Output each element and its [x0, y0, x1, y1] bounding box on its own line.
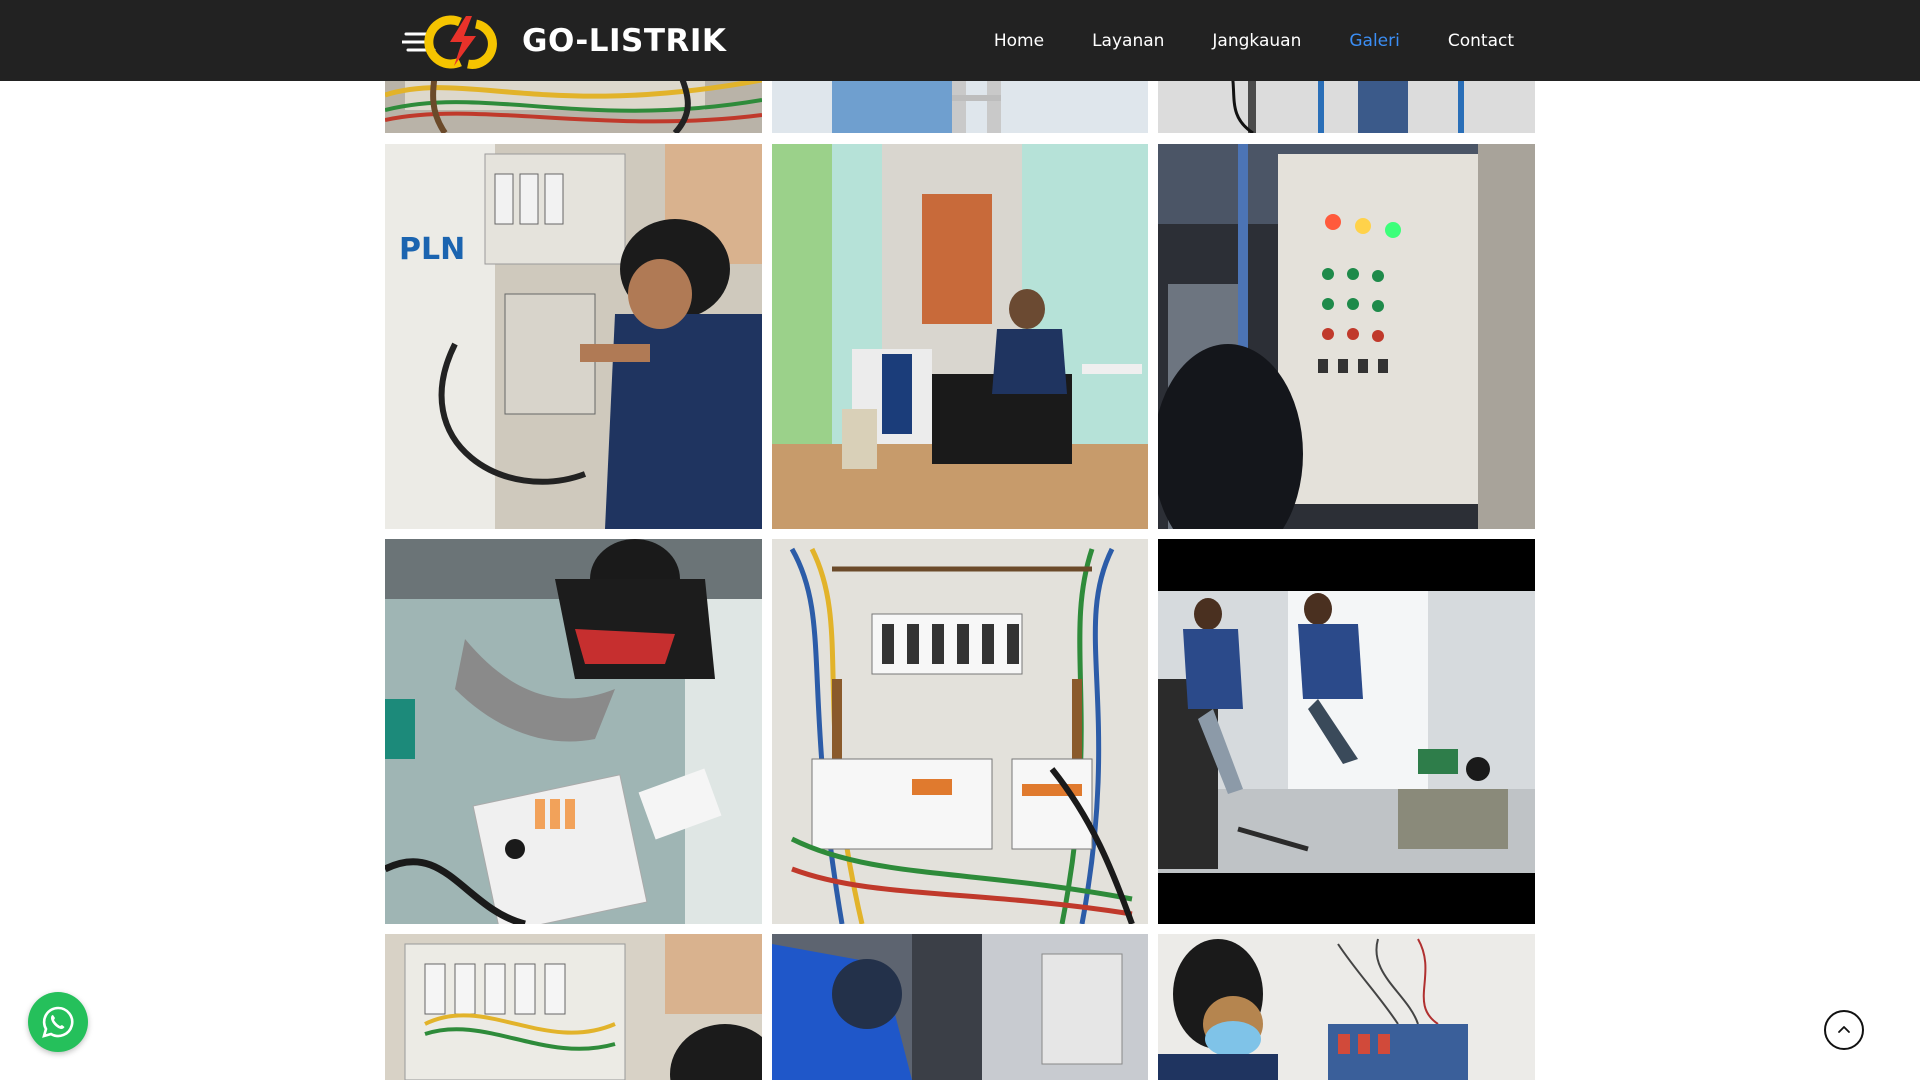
gallery-grid: PLN [0, 0, 1920, 1080]
gallery-photo[interactable] [1158, 144, 1535, 529]
nav-jangkauan[interactable]: Jangkauan [1212, 31, 1301, 51]
nav-layanan[interactable]: Layanan [1092, 31, 1164, 51]
chevron-up-icon [1838, 1026, 1850, 1033]
gallery-photo[interactable] [772, 934, 1148, 1080]
whatsapp-button[interactable] [28, 992, 88, 1052]
top-navbar: GO-LISTRIK Home Layanan Jangkauan Galeri… [0, 0, 1920, 81]
nav-home[interactable]: Home [994, 31, 1044, 51]
gallery-photo[interactable] [772, 539, 1148, 924]
nav-galeri[interactable]: Galeri [1349, 31, 1400, 51]
main-nav: Home Layanan Jangkauan Galeri Contact [946, 0, 1514, 81]
svg-text:PLN: PLN [399, 232, 465, 267]
gallery-photo[interactable] [385, 934, 762, 1080]
gallery-photo[interactable] [385, 539, 762, 924]
gallery-photo[interactable] [1158, 934, 1535, 1080]
gallery-photo[interactable] [772, 144, 1148, 529]
brand-logo[interactable]: GO-LISTRIK [400, 12, 727, 70]
scroll-to-top-button[interactable] [1824, 1010, 1864, 1050]
nav-contact[interactable]: Contact [1448, 31, 1514, 51]
brand-name: GO-LISTRIK [522, 23, 727, 59]
gallery-photo[interactable]: PLN [385, 144, 762, 529]
gallery-photo[interactable] [1158, 539, 1535, 924]
whatsapp-icon [42, 1006, 74, 1038]
lightning-bolt-logo-icon [400, 12, 504, 70]
